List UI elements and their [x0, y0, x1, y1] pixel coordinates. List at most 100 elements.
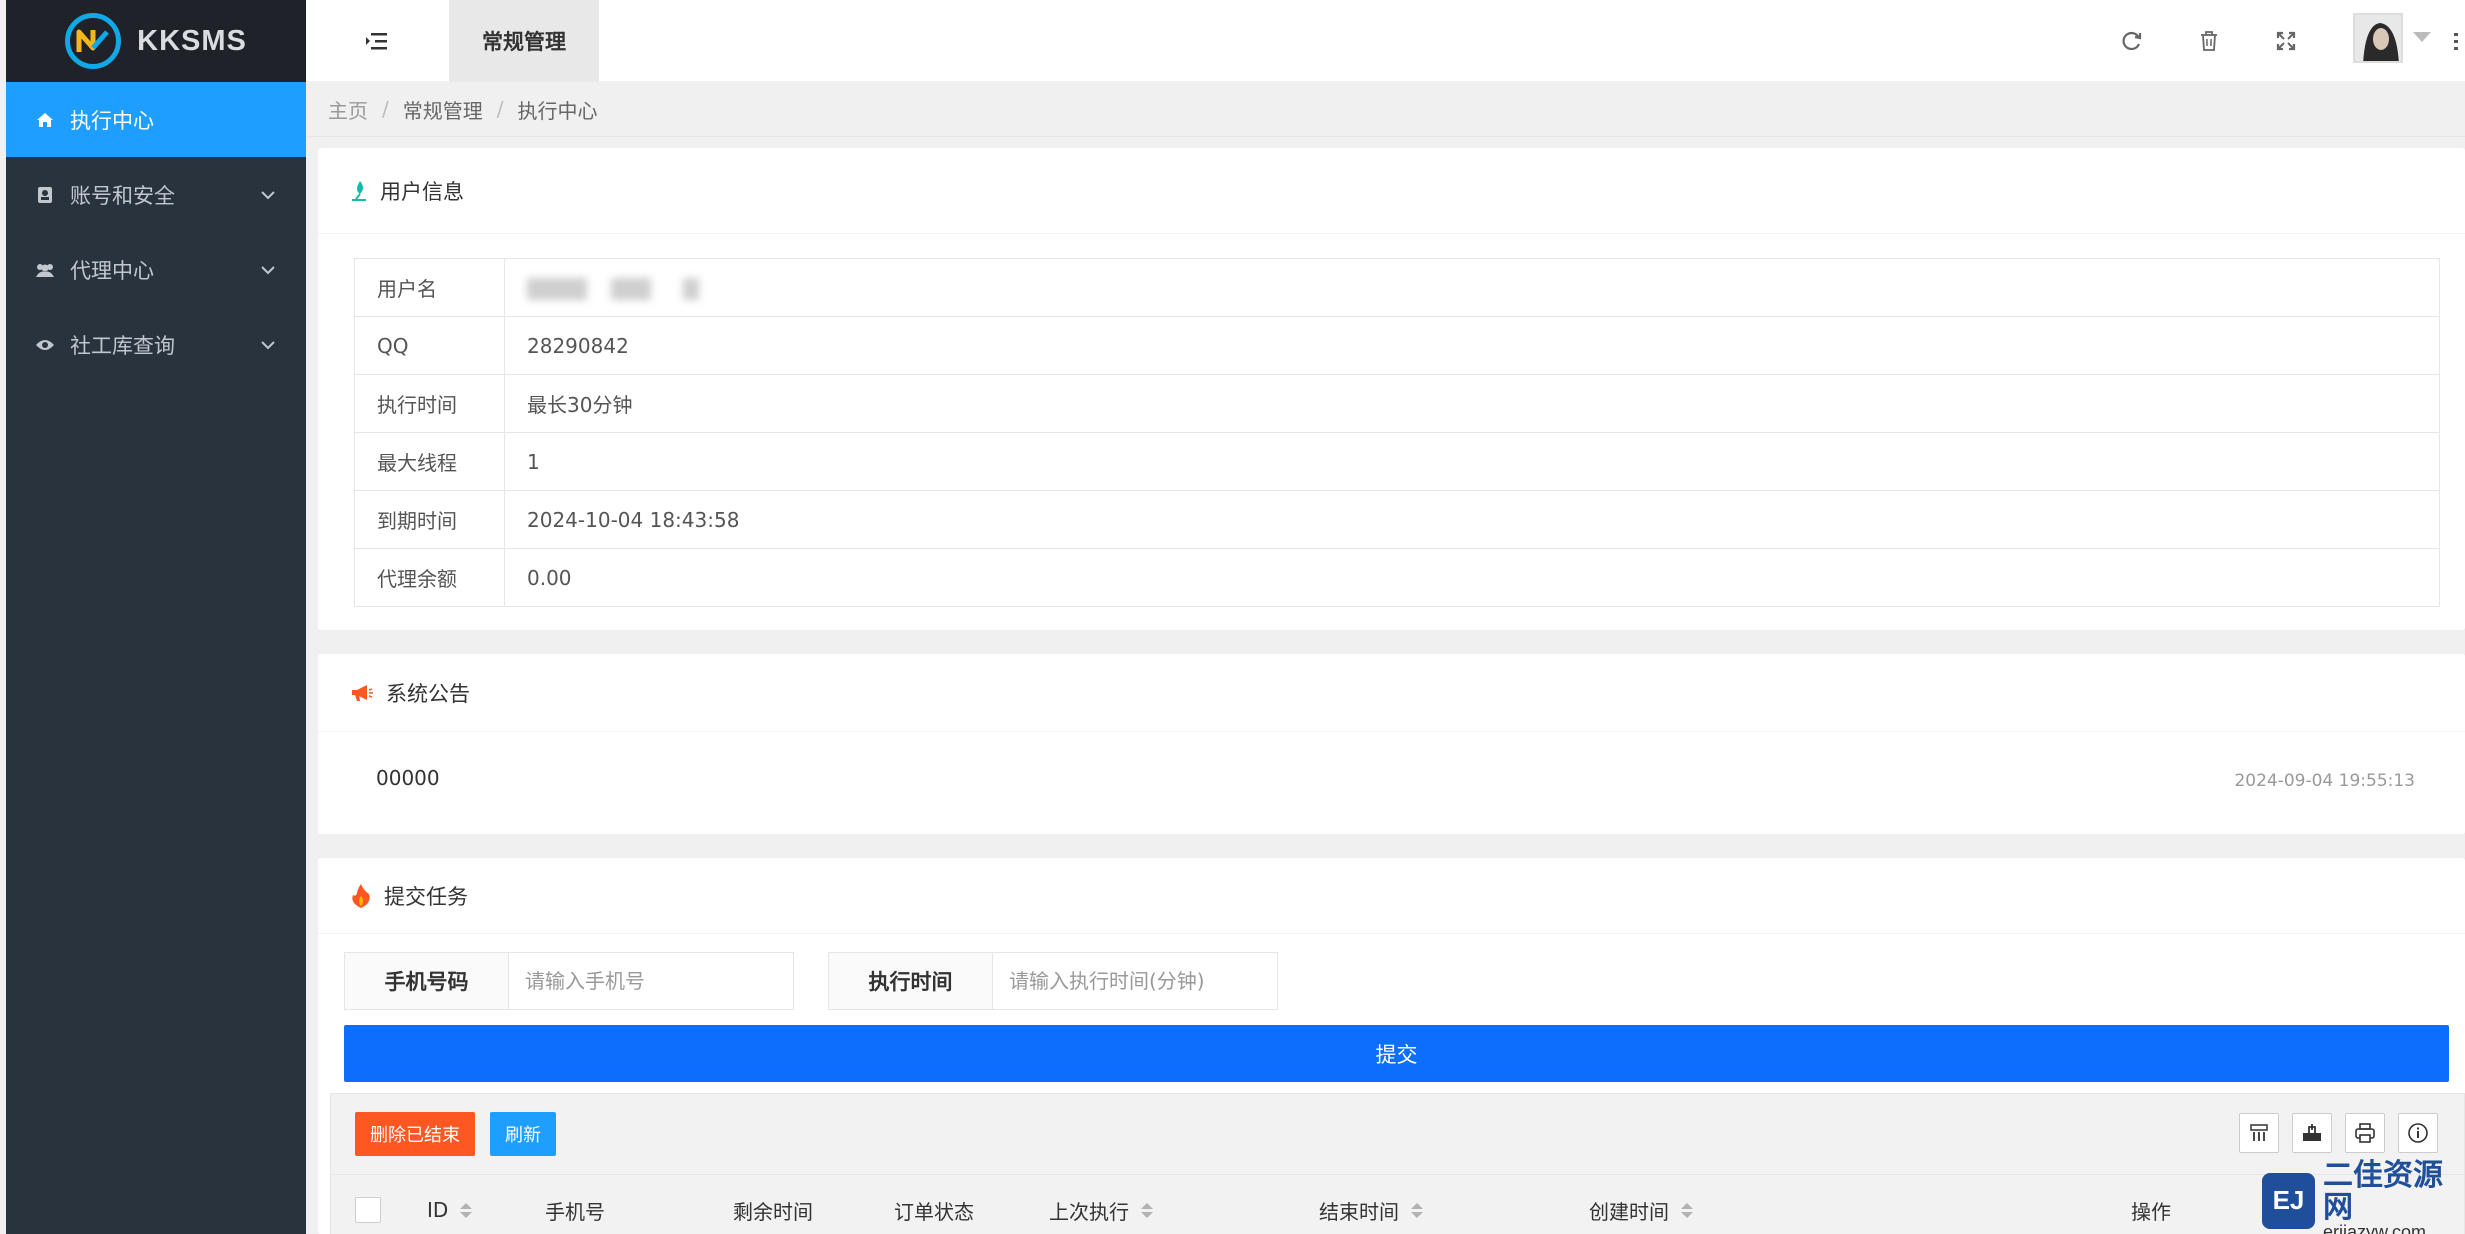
- logo-text: KKSMS: [137, 24, 247, 57]
- redacted-username: [527, 277, 727, 300]
- sort-icon[interactable]: [1411, 1202, 1423, 1218]
- contact-card-icon: [34, 186, 56, 204]
- watermark: EJ 二佳资源网 erjiazyw.com: [2262, 1160, 2465, 1234]
- info-key: 最大线程: [354, 432, 505, 491]
- chevron-down-icon: [258, 260, 278, 280]
- col-label: ID: [427, 1198, 449, 1222]
- sidebar-item-account-security[interactable]: 账号和安全: [6, 157, 306, 232]
- home-icon: [34, 112, 56, 128]
- col-actions: 操作: [2131, 1175, 2171, 1234]
- sidebar-item-sgk-query[interactable]: 社工库查询: [6, 307, 306, 382]
- table-row: QQ 28290842: [354, 316, 2440, 375]
- col-label: 结束时间: [1319, 1199, 1399, 1224]
- notice-content: 00000: [376, 766, 440, 790]
- card-header: 提交任务: [318, 858, 2465, 934]
- menu-toggle-icon[interactable]: [362, 26, 392, 56]
- col-end-time[interactable]: 结束时间: [1319, 1175, 1423, 1234]
- delete-finished-button[interactable]: 删除已结束: [355, 1112, 475, 1156]
- breadcrumb-home[interactable]: 主页: [328, 95, 368, 124]
- info-value: 2024-10-04 18:43:58: [504, 490, 2440, 549]
- user-info-table: 用户名 QQ 28290842 执行时间 最长30分钟 最大线程 1 到期时间 2024…: [354, 258, 2440, 607]
- select-all-checkbox[interactable]: [355, 1175, 381, 1234]
- col-id[interactable]: ID: [427, 1175, 473, 1234]
- table-row: 用户名: [354, 258, 2440, 317]
- col-phone: 手机号: [545, 1175, 605, 1234]
- exec-time-label: 执行时间: [829, 953, 993, 1009]
- refresh-button[interactable]: 刷新: [490, 1112, 556, 1156]
- sort-icon[interactable]: [1141, 1202, 1153, 1218]
- col-created-time[interactable]: 创建时间: [1589, 1175, 1693, 1234]
- col-label: 剩余时间: [733, 1199, 813, 1224]
- col-remaining-time: 剩余时间: [733, 1175, 813, 1234]
- info-value: 0.00: [504, 548, 2440, 607]
- exec-time-input[interactable]: [993, 953, 1277, 1009]
- phone-input[interactable]: [509, 953, 793, 1009]
- users-icon: [34, 262, 56, 278]
- breadcrumb-separator: /: [382, 97, 389, 121]
- breadcrumb-current: 执行中心: [517, 98, 598, 123]
- card-header: 用户信息: [318, 148, 2465, 234]
- exec-time-field: 执行时间: [828, 952, 1278, 1010]
- sidebar-item-label: 代理中心: [70, 258, 154, 283]
- megaphone-icon: [350, 683, 374, 703]
- info-key: 执行时间: [354, 374, 505, 433]
- leaf-icon: [350, 180, 368, 202]
- sidebar: KKSMS 执行中心 账号和安全 代理中心 社工库查询: [6, 0, 306, 1234]
- table-toolbar: 删除已结束 刷新 ID 手机号 剩余时间 订单状态 上次执行 结束时间 创建时间…: [330, 1093, 2465, 1234]
- sidebar-item-agent-center[interactable]: 代理中心: [6, 232, 306, 307]
- fullscreen-icon[interactable]: [2269, 24, 2303, 58]
- submit-task-card: 提交任务 手机号码 执行时间 提交 删除已结束 刷新 ID 手机号 剩余时间 订…: [318, 858, 2465, 1234]
- info-value: 最长30分钟: [504, 374, 2440, 433]
- watermark-url: erjiazyw.com: [2323, 1222, 2427, 1234]
- card-title: 系统公告: [386, 681, 470, 706]
- watermark-logo: EJ: [2262, 1172, 2316, 1229]
- sidebar-item-label: 执行中心: [70, 108, 154, 133]
- sidebar-item-exec-center[interactable]: 执行中心: [6, 82, 306, 157]
- info-key: QQ: [354, 316, 505, 375]
- sort-icon[interactable]: [460, 1202, 473, 1218]
- avatar[interactable]: [2353, 13, 2403, 63]
- card-title: 提交任务: [384, 884, 468, 909]
- notice-card: 系统公告 00000 2024-09-04 19:55:13: [318, 654, 2465, 834]
- fire-icon: [350, 883, 372, 909]
- sort-icon[interactable]: [1681, 1202, 1693, 1218]
- card-header: 系统公告: [318, 654, 2465, 732]
- phone-field: 手机号码: [344, 952, 794, 1010]
- print-icon[interactable]: [2345, 1113, 2385, 1153]
- info-value: 28290842: [504, 316, 2440, 375]
- export-icon[interactable]: [2292, 1113, 2332, 1153]
- table-row: 到期时间 2024-10-04 18:43:58: [354, 490, 2440, 549]
- breadcrumb-separator: /: [496, 97, 504, 121]
- trash-icon[interactable]: [2192, 24, 2226, 58]
- eye-icon: [34, 338, 56, 352]
- col-label: 操作: [2131, 1199, 2171, 1224]
- table-row: 执行时间 最长30分钟: [354, 374, 2440, 433]
- table-header: ID 手机号 剩余时间 订单状态 上次执行 结束时间 创建时间 操作: [331, 1174, 2464, 1234]
- avatar-dropdown-icon[interactable]: [2413, 32, 2431, 42]
- user-info-card: 用户信息 用户名 QQ 28290842 执行时间 最长30分钟 最大线程 1 到期时…: [318, 148, 2465, 630]
- col-order-status: 订单状态: [894, 1175, 974, 1234]
- breadcrumb: 主页 / 常规管理 / 执行中心: [328, 94, 598, 124]
- col-label: 手机号: [545, 1199, 605, 1224]
- col-label: 创建时间: [1589, 1199, 1669, 1224]
- watermark-text: 二佳资源网 erjiazyw.com: [2323, 1160, 2465, 1234]
- columns-icon[interactable]: [2239, 1113, 2279, 1153]
- info-icon[interactable]: [2398, 1113, 2438, 1153]
- col-last-exec[interactable]: 上次执行: [1049, 1175, 1153, 1234]
- phone-label: 手机号码: [345, 953, 509, 1009]
- table-row: 代理余额 0.00: [354, 548, 2440, 607]
- card-title: 用户信息: [380, 179, 464, 204]
- info-value: [504, 258, 2440, 317]
- chevron-down-icon: [258, 185, 278, 205]
- info-key: 到期时间: [354, 490, 505, 549]
- breadcrumb-section[interactable]: 常规管理: [403, 95, 483, 124]
- logo[interactable]: KKSMS: [6, 0, 306, 82]
- kksms-logo-icon: [65, 13, 122, 69]
- tab-general-management[interactable]: 常规管理: [449, 0, 599, 82]
- sidebar-item-label: 社工库查询: [70, 333, 175, 358]
- submit-button[interactable]: 提交: [344, 1025, 2449, 1082]
- table-row: 最大线程 1: [354, 432, 2440, 491]
- more-icon[interactable]: [2446, 24, 2465, 58]
- refresh-icon[interactable]: [2115, 24, 2149, 58]
- info-value: 1: [504, 432, 2440, 491]
